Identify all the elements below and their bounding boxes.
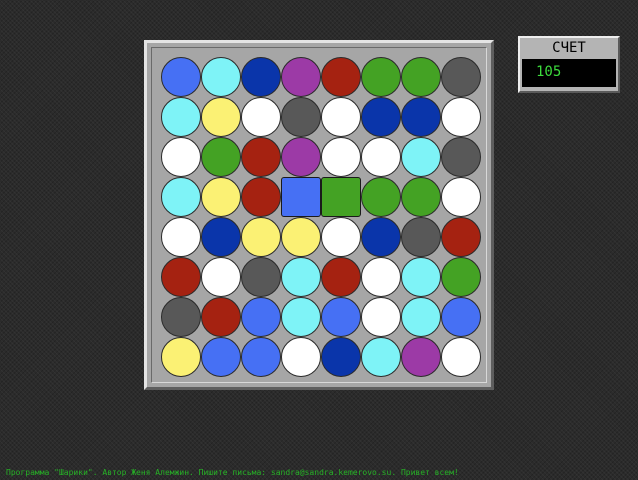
selected-cell[interactable] [281,177,321,217]
ball-cell[interactable] [161,97,201,137]
score-value: 105 [522,59,616,87]
ball-cell[interactable] [241,217,281,257]
ball-cell[interactable] [401,57,441,97]
ball-cell[interactable] [441,217,481,257]
ball-cell[interactable] [361,297,401,337]
ball-cell[interactable] [321,217,361,257]
ball-cell[interactable] [321,257,361,297]
ball-cell[interactable] [361,217,401,257]
footer-credits: Программа "Шарики". Автор Женя Алемжин. … [6,468,459,477]
ball-cell[interactable] [241,257,281,297]
ball-cell[interactable] [241,177,281,217]
ball-cell[interactable] [441,177,481,217]
ball-cell[interactable] [201,137,241,177]
ball-cell[interactable] [281,257,321,297]
ball-cell[interactable] [201,217,241,257]
selected-cell[interactable] [321,177,361,217]
ball-cell[interactable] [241,337,281,377]
ball-cell[interactable] [361,177,401,217]
ball-cell[interactable] [161,57,201,97]
ball-cell[interactable] [401,217,441,257]
ball-cell[interactable] [361,257,401,297]
ball-cell[interactable] [241,297,281,337]
ball-cell[interactable] [281,137,321,177]
ball-cell[interactable] [161,137,201,177]
ball-cell[interactable] [281,297,321,337]
ball-cell[interactable] [161,177,201,217]
ball-cell[interactable] [441,337,481,377]
ball-cell[interactable] [361,97,401,137]
ball-cell[interactable] [321,57,361,97]
ball-cell[interactable] [281,217,321,257]
ball-cell[interactable] [201,297,241,337]
ball-cell[interactable] [161,257,201,297]
score-title: СЧЕТ [552,40,586,56]
ball-cell[interactable] [401,177,441,217]
ball-cell[interactable] [321,337,361,377]
game-board [144,40,494,390]
ball-cell[interactable] [441,57,481,97]
ball-cell[interactable] [361,137,401,177]
board-grid [151,47,487,383]
ball-cell[interactable] [201,177,241,217]
ball-cell[interactable] [321,97,361,137]
ball-cell[interactable] [441,297,481,337]
ball-cell[interactable] [361,57,401,97]
ball-cell[interactable] [401,297,441,337]
ball-cell[interactable] [441,137,481,177]
ball-cell[interactable] [401,137,441,177]
ball-cell[interactable] [441,97,481,137]
ball-cell[interactable] [401,97,441,137]
ball-cell[interactable] [321,297,361,337]
ball-cell[interactable] [241,137,281,177]
ball-cell[interactable] [361,337,401,377]
ball-cell[interactable] [401,337,441,377]
score-panel: СЧЕТ 105 [518,36,620,93]
ball-cell[interactable] [201,57,241,97]
ball-cell[interactable] [441,257,481,297]
ball-cell[interactable] [241,57,281,97]
ball-cell[interactable] [281,57,321,97]
ball-cell[interactable] [201,97,241,137]
ball-cell[interactable] [321,137,361,177]
ball-cell[interactable] [201,337,241,377]
ball-cell[interactable] [161,337,201,377]
ball-cell[interactable] [161,217,201,257]
ball-cell[interactable] [281,337,321,377]
ball-cell[interactable] [161,297,201,337]
ball-cell[interactable] [241,97,281,137]
ball-cell[interactable] [401,257,441,297]
ball-cell[interactable] [281,97,321,137]
ball-cell[interactable] [201,257,241,297]
